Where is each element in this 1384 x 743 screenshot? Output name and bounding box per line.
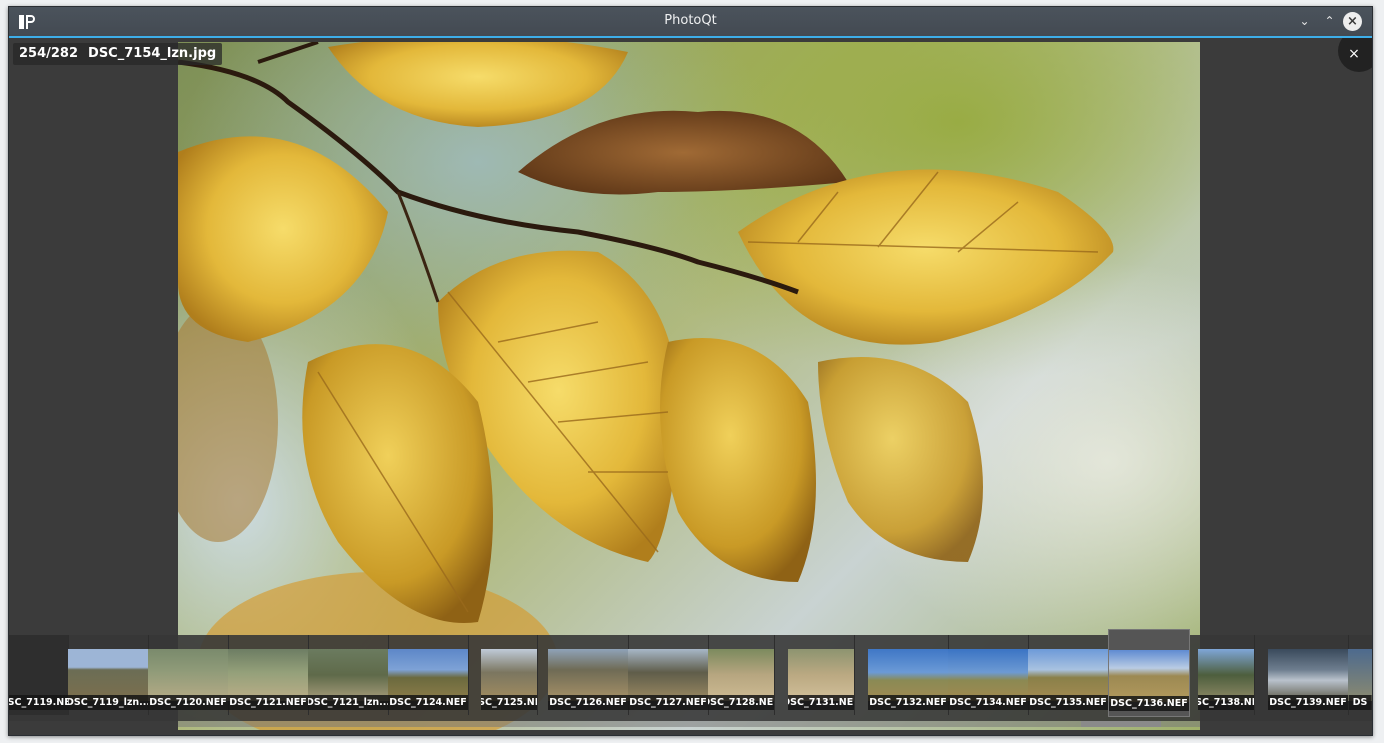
thumbnail-image: [308, 649, 388, 701]
thumbnail-image: [1109, 650, 1189, 702]
thumbnail-label: DSC_7128.NEF: [708, 695, 774, 710]
thumbnail-label: DSC_7121_lzn...: [308, 695, 388, 710]
image-filename: DSC_7154_lzn.jpg: [88, 46, 217, 61]
leaf-far-right: [818, 357, 983, 562]
thumbnail-item[interactable]: DSC_7119_lzn...: [68, 635, 149, 715]
thumbnail-label: DSC_7126.NEF: [548, 695, 628, 710]
thumbnail-label: DSC_7131.NEF: [788, 695, 854, 710]
thumbnail-image: [148, 649, 228, 701]
main-photo[interactable]: [178, 42, 1200, 730]
thumbnail-label: DSC_7119.NEF: [9, 695, 68, 710]
close-icon: ×: [1347, 14, 1358, 29]
image-index: 254/282: [19, 46, 79, 61]
thumbnail-item[interactable]: DSC_7136.NEF: [1108, 629, 1190, 717]
thumbnail-label: DSC_7134.NEF: [948, 695, 1028, 710]
chevron-down-icon: ⌄: [1299, 14, 1310, 28]
minimize-button[interactable]: ⌄: [1295, 12, 1314, 31]
thumbnail-image: [708, 649, 774, 701]
thumbnail-item[interactable]: DSC_7127.NEF: [628, 635, 709, 715]
thumbnail-label: DSC_7125.NEF: [481, 695, 537, 710]
thumbnail-item[interactable]: DSC_7124.NEF: [388, 635, 469, 715]
thumbnail-item[interactable]: DSC_7126.NEF: [548, 635, 629, 715]
scrollbar-handle[interactable]: [1081, 721, 1161, 727]
thumbnail-image: [1348, 649, 1372, 701]
thumbnail-image: [481, 649, 537, 701]
thumbnail-image: [1268, 649, 1348, 701]
thumbnail-label: DSC_7135.NEF: [1028, 695, 1108, 710]
thumbnail-label: DSC_7119_lzn...: [68, 695, 148, 710]
thumbnail-image: [1198, 649, 1254, 701]
chevron-up-icon: ⌃: [1324, 14, 1335, 28]
thumbnail-item[interactable]: DSC_7121.NEF: [228, 635, 309, 715]
autumn-leaves-image: [178, 42, 1114, 730]
filmstrip-scrollbar[interactable]: [178, 721, 1200, 727]
thumbnail-label: DS: [1348, 695, 1372, 710]
thumbnail-image: [868, 649, 948, 701]
thumbnail-filmstrip[interactable]: DSC_7119.NEFDSC_7119_lzn...DSC_7120.NEFD…: [9, 629, 1372, 721]
thumbnail-item[interactable]: DSC_7132.NEF: [868, 635, 949, 715]
leaf-top: [328, 42, 628, 127]
thumbnail-label: DSC_7136.NEF: [1109, 696, 1189, 711]
thumbnail-item[interactable]: DSC_7135.NEF: [1028, 635, 1109, 715]
leaf-brown-top: [518, 110, 848, 195]
image-counter-label: 254/282 DSC_7154_lzn.jpg: [13, 43, 223, 65]
thumbnail-image: [68, 649, 148, 701]
thumbnail-item[interactable]: DSC_7125.NEF: [481, 635, 538, 715]
thumbnail-label: DSC_7120.NEF: [148, 695, 228, 710]
thumbnail-image: [788, 649, 854, 701]
thumbnail-item[interactable]: DSC_7121_lzn...: [308, 635, 389, 715]
thumbnail-image: [548, 649, 628, 701]
thumbnail-label: DSC_7127.NEF: [628, 695, 708, 710]
viewer-close-button[interactable]: ×: [1338, 38, 1372, 72]
close-icon: ×: [1348, 46, 1360, 62]
thumbnail-item[interactable]: DSC_7128.NEF: [708, 635, 775, 715]
thumbnail-item[interactable]: DSC_7139.NEF: [1268, 635, 1349, 715]
twig-branch: [396, 191, 440, 303]
window-title: PhotoQt: [664, 13, 717, 28]
thumbnail-item[interactable]: DSC_7120.NEF: [148, 635, 229, 715]
thumbnail-item[interactable]: DS: [1348, 635, 1372, 715]
thumbnail-image: [1028, 649, 1108, 701]
maximize-button[interactable]: ⌃: [1320, 12, 1339, 31]
thumbnail-label: DSC_7139.NEF: [1268, 695, 1348, 710]
photoqt-window: PhotoQt ⌄ ⌃ × 254/282 DSC_7154_lzn.jpg ×…: [8, 6, 1373, 736]
thumbnail-image: [628, 649, 708, 701]
blur-leaf-left: [178, 302, 278, 542]
leaf-center-right: [660, 338, 816, 582]
leaf-right: [738, 169, 1114, 345]
thumbnail-item[interactable]: DSC_7131.NEF: [788, 635, 855, 715]
image-viewport[interactable]: 254/282DSC_7154_lzn.jpg × DSC_7119.NEFDS…: [9, 38, 1372, 735]
leaf-upper-left: [178, 136, 388, 342]
window-close-button[interactable]: ×: [1343, 12, 1362, 31]
thumbnail-item[interactable]: DSC_7119.NEF: [9, 635, 69, 715]
thumbnail-label: DSC_7121.NEF: [228, 695, 308, 710]
thumbnail-item[interactable]: DSC_7134.NEF: [948, 635, 1029, 715]
title-bar[interactable]: PhotoQt ⌄ ⌃ ×: [9, 7, 1372, 38]
thumbnail-label: DSC_7138.NEF: [1198, 695, 1254, 710]
thumbnail-label: DSC_7124.NEF: [388, 695, 468, 710]
thumbnail-image: [948, 649, 1028, 701]
thumbnail-item[interactable]: DSC_7138.NEF: [1198, 635, 1255, 715]
thumbnail-image: [388, 649, 468, 701]
thumbnail-image: [228, 649, 308, 701]
thumbnail-label: DSC_7132.NEF: [868, 695, 948, 710]
twig-top: [257, 42, 319, 64]
